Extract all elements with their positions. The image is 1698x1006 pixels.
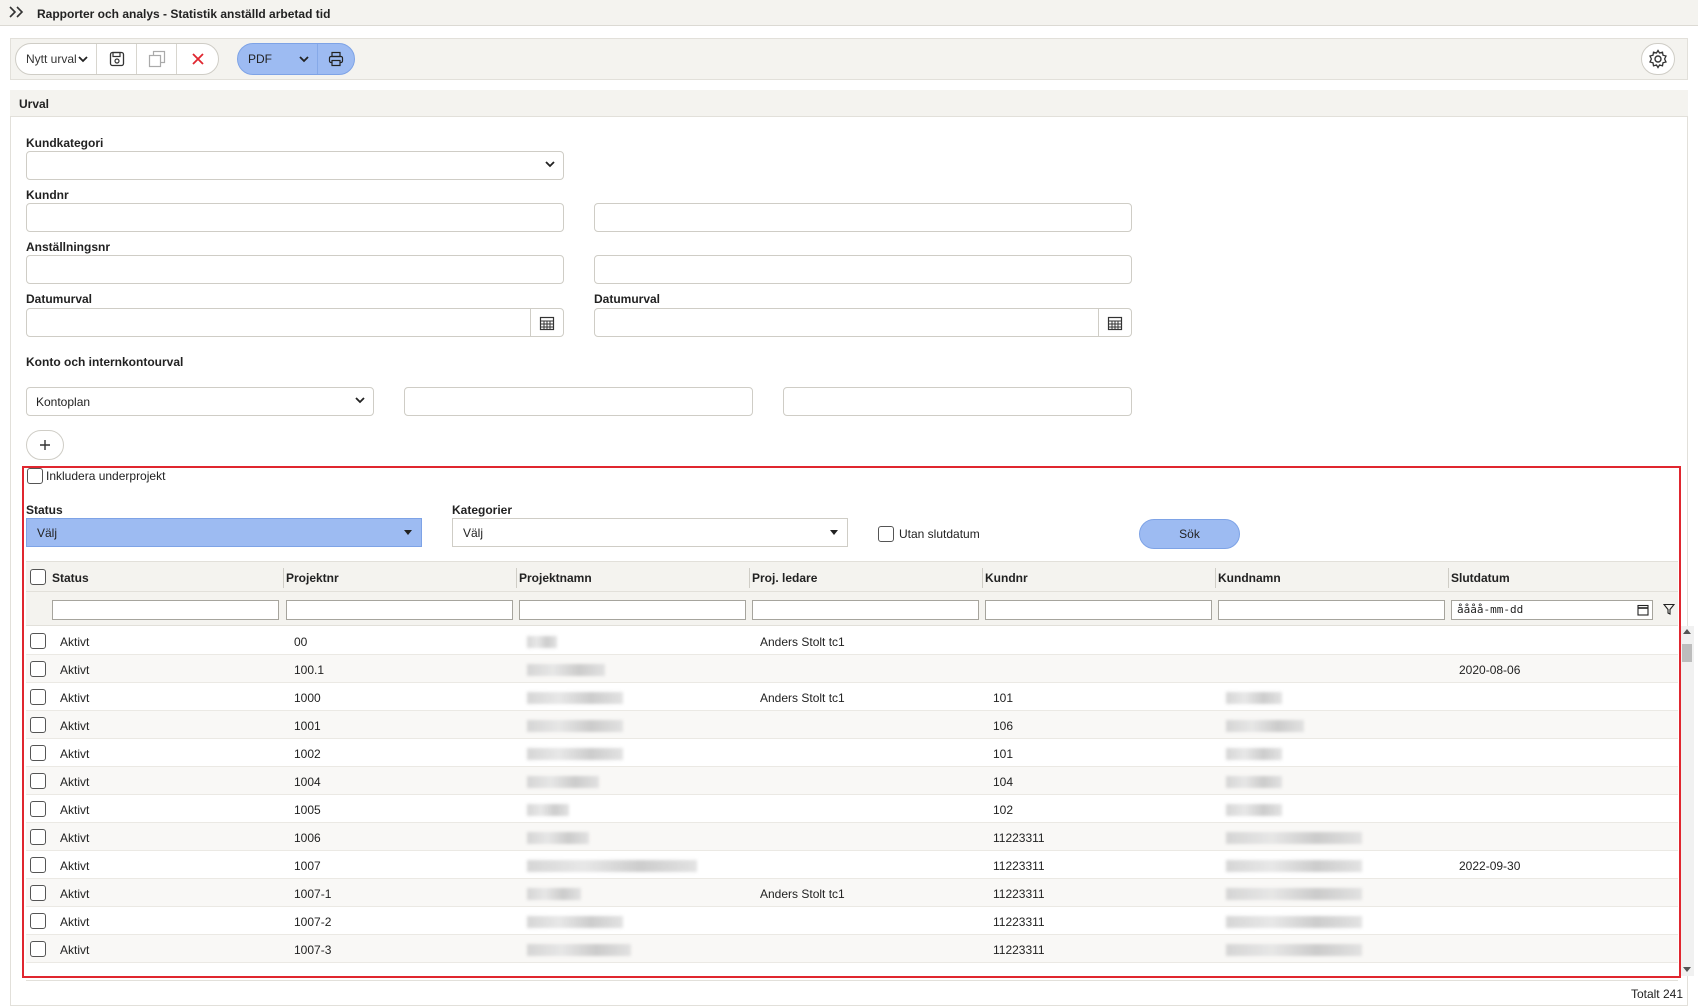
- selection-button-group: Nytt urval: [15, 43, 219, 75]
- anstallningsnr-to-input[interactable]: [594, 255, 1132, 284]
- selection-label: Nytt urval: [26, 52, 77, 66]
- page-title: Rapporter och analys - Statistik anställ…: [37, 7, 331, 21]
- calendar-icon: [539, 316, 555, 330]
- scroll-up-icon[interactable]: [1683, 629, 1691, 635]
- panel-header: Urval: [10, 90, 1688, 117]
- copy-button[interactable]: [137, 44, 177, 74]
- expand-menu-icon[interactable]: [8, 4, 26, 25]
- plus-icon: [40, 440, 50, 450]
- calendar-icon: [1107, 316, 1123, 330]
- scrollbar-thumb[interactable]: [1682, 644, 1692, 662]
- panel-title: Urval: [19, 97, 50, 111]
- datumurval-to-label: Datumurval: [594, 292, 661, 306]
- datumurval-from-input[interactable]: [26, 308, 564, 337]
- format-label: PDF: [248, 52, 272, 66]
- highlight-frame: [22, 466, 1681, 978]
- selection-dropdown[interactable]: Nytt urval: [16, 44, 97, 74]
- chevron-down-icon: [299, 56, 309, 63]
- title-bar: Rapporter och analys - Statistik anställ…: [0, 0, 1698, 26]
- print-button[interactable]: [318, 44, 354, 74]
- grid-footer-divider: [26, 980, 1678, 981]
- gear-icon: [1649, 49, 1667, 69]
- kundkategori-label: Kundkategori: [26, 136, 104, 150]
- save-icon: [109, 51, 124, 67]
- calendar-button[interactable]: [1098, 309, 1131, 336]
- save-button[interactable]: [97, 44, 137, 74]
- kundkategori-select[interactable]: [26, 151, 564, 180]
- export-button-group: PDF: [237, 43, 355, 75]
- konto-from-input[interactable]: [404, 387, 753, 416]
- copy-icon: [148, 50, 165, 68]
- add-row-button[interactable]: [26, 430, 64, 460]
- calendar-button[interactable]: [530, 309, 563, 336]
- konto-label: Konto och internkontourval: [26, 355, 184, 369]
- delete-button[interactable]: [177, 44, 218, 74]
- konto-to-input[interactable]: [783, 387, 1132, 416]
- scroll-down-icon[interactable]: [1683, 967, 1691, 973]
- chevron-down-icon: [545, 161, 555, 168]
- kontoplan-value: Kontoplan: [36, 395, 91, 409]
- printer-icon: [328, 51, 344, 67]
- kundnr-label: Kundnr: [26, 188, 69, 202]
- settings-button[interactable]: [1641, 43, 1675, 75]
- anstallningsnr-label: Anställningsnr: [26, 240, 111, 254]
- kundnr-from-input[interactable]: [26, 203, 564, 232]
- grid-scrollbar[interactable]: [1680, 626, 1694, 976]
- chevron-down-icon: [78, 56, 88, 63]
- chevron-down-icon: [355, 397, 365, 404]
- anstallningsnr-from-input[interactable]: [26, 255, 564, 284]
- format-dropdown[interactable]: PDF: [238, 44, 318, 74]
- total-count: Totalt 241: [1630, 987, 1683, 1001]
- kontoplan-select[interactable]: Kontoplan: [26, 387, 374, 416]
- datumurval-from-label: Datumurval: [26, 292, 93, 306]
- close-icon: [191, 53, 204, 65]
- kundnr-to-input[interactable]: [594, 203, 1132, 232]
- datumurval-to-input[interactable]: [594, 308, 1132, 337]
